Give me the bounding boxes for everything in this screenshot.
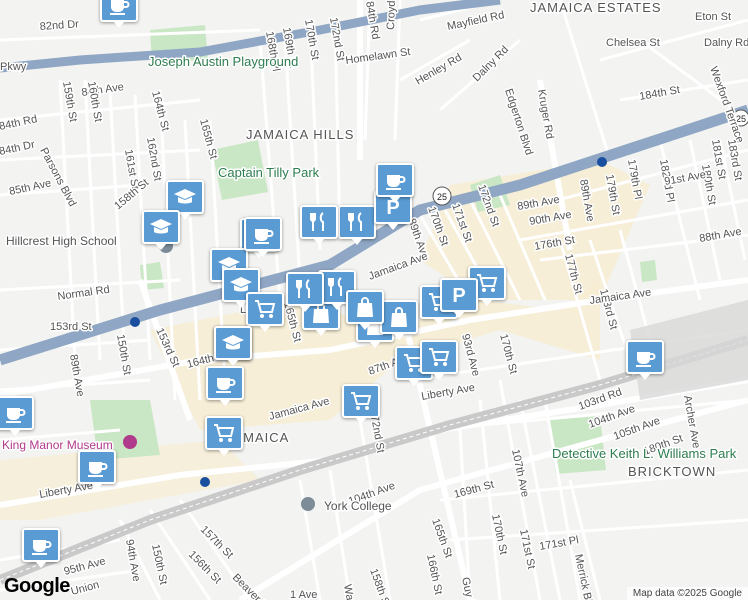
- coffee-icon: [107, 0, 131, 16]
- restaurant-icon: [293, 278, 317, 300]
- shopping-cart-icon: [427, 346, 451, 368]
- coffee-icon: [251, 223, 275, 245]
- map-marker-coffee[interactable]: [100, 0, 138, 28]
- subway-station-icon[interactable]: [200, 477, 210, 487]
- poi-label: York College: [324, 499, 392, 513]
- street-label: 171st Pl: [538, 534, 579, 553]
- coffee-icon: [213, 372, 237, 394]
- svg-text:P: P: [452, 285, 465, 306]
- graduation-cap-icon: [221, 332, 245, 354]
- graduation-cap-icon: [149, 216, 173, 238]
- subway-station-icon[interactable]: [597, 157, 607, 167]
- map-marker-parking[interactable]: P: [440, 278, 478, 318]
- parking-icon: P: [447, 284, 471, 306]
- street-label: 165th St: [197, 118, 219, 161]
- street-label: 184th St: [638, 84, 680, 103]
- street-label: Way: [341, 583, 357, 600]
- street-label: 170th St: [302, 18, 321, 60]
- map-marker-coffee[interactable]: [0, 396, 34, 436]
- map-marker-graduation-cap[interactable]: [214, 326, 252, 366]
- map-marker-restaurant[interactable]: [338, 205, 376, 245]
- subway-station-icon[interactable]: [130, 317, 140, 327]
- park-label: Detective Keith L. Williams Park: [552, 446, 737, 461]
- street-label: 170th St: [497, 333, 519, 376]
- map-marker-graduation-cap[interactable]: [142, 210, 180, 250]
- map-marker-coffee[interactable]: [244, 217, 282, 257]
- map-marker-coffee[interactable]: [626, 340, 664, 380]
- street-label: Pkwy: [0, 61, 27, 73]
- coffee-icon: [383, 169, 407, 191]
- street-label: Homelawn St: [345, 46, 411, 67]
- street-label: Edgerton Blvd: [502, 87, 535, 156]
- museum-icon[interactable]: [123, 435, 137, 449]
- poi-label: Hillcrest High School: [6, 234, 117, 248]
- coffee-icon: [633, 346, 657, 368]
- highway-shield-icon: 25: [432, 186, 452, 206]
- area-label: BRICKTOWN: [628, 464, 716, 479]
- area-label: JAMAICA HILLS: [246, 127, 354, 142]
- street-label: Croydon Rd: [385, 0, 399, 30]
- street-label: 85th Ave: [8, 177, 52, 198]
- street-label: 84th Rd: [0, 113, 38, 133]
- street-label: 84th Dr: [0, 139, 36, 158]
- street-label: 1 Ave: [290, 589, 317, 600]
- shopping-bag-icon: [387, 306, 411, 328]
- street-label: Chelsea St: [606, 37, 660, 49]
- map-marker-restaurant[interactable]: [300, 205, 338, 245]
- street-label: Liberty Ave: [420, 382, 475, 403]
- street-label: Kruger Rd: [535, 88, 556, 139]
- park-label: Captain Tilly Park: [218, 165, 320, 180]
- shopping-cart-icon: [475, 272, 499, 294]
- street-label: 94th Ave: [123, 538, 142, 582]
- street-label: Archer Ave: [681, 394, 702, 449]
- street-label: Dalny Rd: [704, 37, 748, 49]
- map-marker-shopping-cart[interactable]: [342, 384, 380, 424]
- coffee-icon: [85, 456, 109, 478]
- street-label: 164th St: [149, 90, 171, 133]
- map-marker-restaurant[interactable]: [286, 272, 324, 312]
- restaurant-icon: [307, 211, 331, 233]
- street-label: 107th Ave: [509, 448, 531, 498]
- street-label: 89th Ave: [67, 353, 86, 397]
- map-marker-shopping-cart[interactable]: [246, 292, 284, 332]
- area-label: JAMAICA ESTATES: [530, 0, 662, 15]
- college-icon[interactable]: [301, 497, 315, 511]
- street-label: 153rd St: [50, 321, 92, 333]
- street-label: 157th St: [198, 524, 235, 561]
- park-label: Joseph Austin Playground: [148, 54, 298, 69]
- street-label: 88th Ave: [698, 226, 742, 245]
- map-marker-coffee[interactable]: [22, 528, 60, 568]
- coffee-icon: [3, 402, 27, 424]
- street-label: 82nd Dr: [39, 18, 79, 33]
- map-marker-coffee[interactable]: [206, 366, 244, 406]
- map-marker-shopping-bag[interactable]: [346, 290, 384, 330]
- map-marker-coffee[interactable]: [376, 163, 414, 203]
- street-label: 162nd St: [144, 136, 163, 181]
- shopping-bag-icon: [353, 296, 377, 318]
- restaurant-icon: [345, 211, 369, 233]
- map-marker-shopping-cart[interactable]: [205, 416, 243, 456]
- shopping-cart-icon: [253, 298, 277, 320]
- street-label: 166th St: [424, 553, 444, 596]
- street-label: Dalny Rd: [471, 44, 511, 84]
- street-label: Guy R: [459, 576, 477, 600]
- street-label: Jamaica Ave: [367, 250, 430, 283]
- street-label: Eton St: [695, 11, 731, 23]
- map-marker-coffee[interactable]: [78, 450, 116, 490]
- map-attribution: Map data ©2025 Google: [626, 587, 748, 600]
- street-label: 150th St: [114, 333, 133, 375]
- street-label: Wexford Terrace: [707, 65, 746, 145]
- street-label: Union: [70, 579, 101, 598]
- street-label: 150th St: [149, 543, 169, 586]
- graduation-cap-icon: [173, 186, 197, 208]
- map-marker-shopping-bag[interactable]: [380, 300, 418, 340]
- google-logo: Google: [4, 575, 70, 597]
- shopping-cart-icon: [349, 390, 373, 412]
- map-marker-shopping-cart[interactable]: [420, 340, 458, 380]
- map-marker-graduation-cap[interactable]: [166, 180, 204, 220]
- coffee-icon: [29, 534, 53, 556]
- highway-badge-label: 25: [437, 192, 447, 202]
- shopping-cart-icon: [212, 422, 236, 444]
